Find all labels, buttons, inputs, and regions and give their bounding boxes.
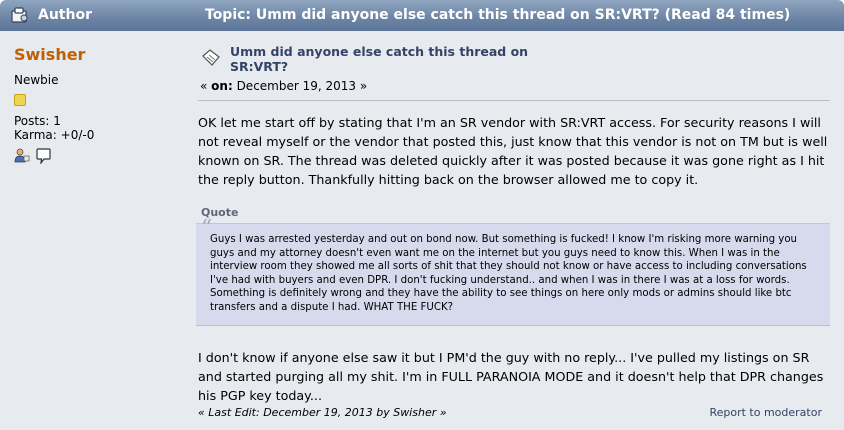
post-container: Swisher Newbie Posts: 1 Karma: +0/-0 Umm… <box>0 31 844 430</box>
author-icon <box>11 7 28 23</box>
quote-block: “ Guys I was arrested yesterday and out … <box>196 216 830 326</box>
post-divider <box>198 100 830 101</box>
poster-posts: Posts: 1 <box>14 114 61 128</box>
topic-header-bar: Author Topic: Umm did anyone else catch … <box>0 0 844 31</box>
author-label: Author <box>38 7 92 23</box>
poster-icons <box>14 148 184 164</box>
poster-rank: Newbie <box>14 73 59 87</box>
date-on-label: on: <box>211 79 233 93</box>
post-paragraph-2: I don't know if anyone else saw it but I… <box>198 350 824 403</box>
poster-info: Swisher Newbie Posts: 1 Karma: +0/-0 <box>14 45 184 164</box>
post-paragraph-1: OK let me start off by stating that I'm … <box>198 115 828 187</box>
message-icon[interactable] <box>36 148 51 164</box>
poster-name-link[interactable]: Swisher <box>14 45 184 64</box>
star-icon <box>14 94 26 106</box>
date-prefix: « <box>200 79 212 93</box>
poster-karma: Karma: +0/-0 <box>14 128 95 142</box>
author-column-header: Author <box>10 6 92 24</box>
quote-header: Quote <box>196 203 830 224</box>
post-icon <box>202 49 220 66</box>
quote-text: Guys I was arrested yesterday and out on… <box>210 234 807 313</box>
topic-title: Topic: Umm did anyone else catch this th… <box>205 7 791 23</box>
date-value: December 19, 2013 » <box>232 79 368 93</box>
post-footer: « Last Edit: December 19, 2013 by Swishe… <box>198 406 822 419</box>
profile-icon[interactable] <box>14 148 30 163</box>
post-subject-link[interactable]: Umm did anyone else catch this thread on… <box>230 44 530 74</box>
post-subject-line1[interactable]: Umm did anyone else catch this thread on <box>230 44 530 59</box>
quote-mark-icon: “ <box>201 216 213 241</box>
report-to-moderator-link[interactable]: Report to moderator <box>709 406 822 419</box>
post-subject-line2[interactable]: SR:VRT? <box>230 59 530 74</box>
post-date: « on: December 19, 2013 » <box>200 79 367 93</box>
last-edit-note: « Last Edit: December 19, 2013 by Swishe… <box>198 406 447 419</box>
